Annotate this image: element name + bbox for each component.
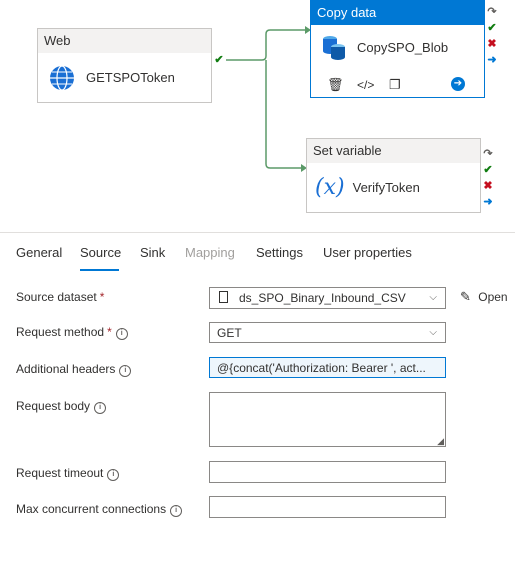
additional-headers-input[interactable]: @{concat('Authorization: Bearer ', act..… bbox=[209, 357, 446, 378]
tab-source[interactable]: Source bbox=[80, 245, 121, 260]
edge-web-to-setvar bbox=[265, 60, 301, 169]
info-icon[interactable]: i bbox=[119, 365, 132, 377]
request-timeout-input[interactable] bbox=[209, 461, 446, 483]
request-body-label: Request body i bbox=[16, 399, 107, 414]
additional-headers-label: Additional headers i bbox=[16, 362, 132, 377]
required-marker: * bbox=[107, 325, 112, 339]
fail-output-icon[interactable]: ✖ bbox=[481, 178, 495, 194]
completion-output-icon[interactable]: ➜ bbox=[481, 194, 495, 210]
request-method-label: Request method * i bbox=[16, 325, 128, 340]
code-icon[interactable]: </> bbox=[357, 78, 374, 92]
open-dataset-button[interactable]: ✎ Open bbox=[460, 289, 508, 305]
request-method-value: GET bbox=[217, 326, 242, 340]
additional-headers-value: @{concat('Authorization: Bearer ', act..… bbox=[217, 361, 426, 375]
variable-x-icon: (x) bbox=[315, 175, 345, 200]
delete-icon[interactable]: 🗑 bbox=[327, 77, 344, 93]
copy-node-type-label: Copy data bbox=[311, 1, 484, 25]
web-node-type-label: Web bbox=[38, 29, 211, 53]
properties-tabs: General Source Sink Mapping Settings Use… bbox=[0, 232, 515, 273]
tab-sink[interactable]: Sink bbox=[140, 245, 165, 260]
source-dataset-label: Source dataset * bbox=[16, 290, 105, 304]
skip-output-icon[interactable]: ↷ bbox=[481, 146, 495, 162]
dataset-icon bbox=[219, 291, 228, 303]
pencil-icon: ✎ bbox=[460, 289, 471, 304]
active-tab-indicator bbox=[80, 269, 119, 271]
globe-icon bbox=[50, 64, 74, 91]
required-marker: * bbox=[99, 290, 105, 304]
completion-output-icon[interactable]: ➜ bbox=[485, 52, 499, 68]
resize-handle-icon[interactable]: ◢ bbox=[437, 437, 444, 446]
setvar-node-type-label: Set variable bbox=[307, 139, 480, 163]
fail-output-icon[interactable]: ✖ bbox=[485, 36, 499, 52]
source-dataset-value: ds_SPO_Binary_Inbound_CSV bbox=[239, 291, 406, 305]
info-icon[interactable]: i bbox=[115, 328, 128, 340]
copy-activity-node[interactable]: Copy data CopySPO_Blob 🗑 </> ❐ ➔ bbox=[310, 0, 485, 98]
tab-mapping: Mapping bbox=[185, 245, 235, 260]
source-dataset-dropdown[interactable]: ds_SPO_Binary_Inbound_CSV ⌵ bbox=[209, 287, 446, 309]
tab-user-properties[interactable]: User properties bbox=[323, 245, 412, 260]
request-timeout-label: Request timeout i bbox=[16, 466, 120, 481]
edge-web-to-copy bbox=[226, 29, 305, 61]
info-icon[interactable]: i bbox=[107, 469, 120, 481]
request-body-textarea[interactable]: ◢ bbox=[209, 392, 446, 447]
navigate-arrow-icon[interactable]: ➔ bbox=[451, 77, 465, 91]
success-output-icon[interactable]: ✔ bbox=[212, 52, 226, 68]
max-connections-label: Max concurrent connections i bbox=[16, 502, 183, 517]
chevron-down-icon: ⌵ bbox=[429, 327, 437, 338]
info-icon[interactable]: i bbox=[170, 505, 183, 517]
copy-node-name: CopySPO_Blob bbox=[357, 39, 449, 55]
success-output-icon[interactable]: ✔ bbox=[485, 20, 499, 36]
setvar-node-name: VerifyToken bbox=[352, 180, 420, 195]
pipeline-canvas[interactable]: Web GETSPOToken ✔ Copy data CopySPO_Blob… bbox=[0, 0, 515, 232]
skip-output-icon[interactable]: ↷ bbox=[485, 4, 499, 20]
clone-icon[interactable]: ❐ bbox=[389, 77, 401, 93]
copy-data-icon bbox=[323, 36, 345, 60]
tab-settings[interactable]: Settings bbox=[256, 245, 303, 260]
web-activity-node[interactable]: Web GETSPOToken bbox=[37, 28, 212, 103]
max-connections-input[interactable] bbox=[209, 496, 446, 518]
web-node-name: GETSPOToken bbox=[86, 70, 175, 85]
setvar-activity-node[interactable]: Set variable (x) VerifyToken bbox=[306, 138, 481, 213]
request-method-dropdown[interactable]: GET ⌵ bbox=[209, 322, 446, 343]
success-output-icon[interactable]: ✔ bbox=[481, 162, 495, 178]
chevron-down-icon: ⌵ bbox=[429, 292, 437, 303]
tab-general[interactable]: General bbox=[16, 245, 62, 260]
info-icon[interactable]: i bbox=[94, 402, 107, 414]
